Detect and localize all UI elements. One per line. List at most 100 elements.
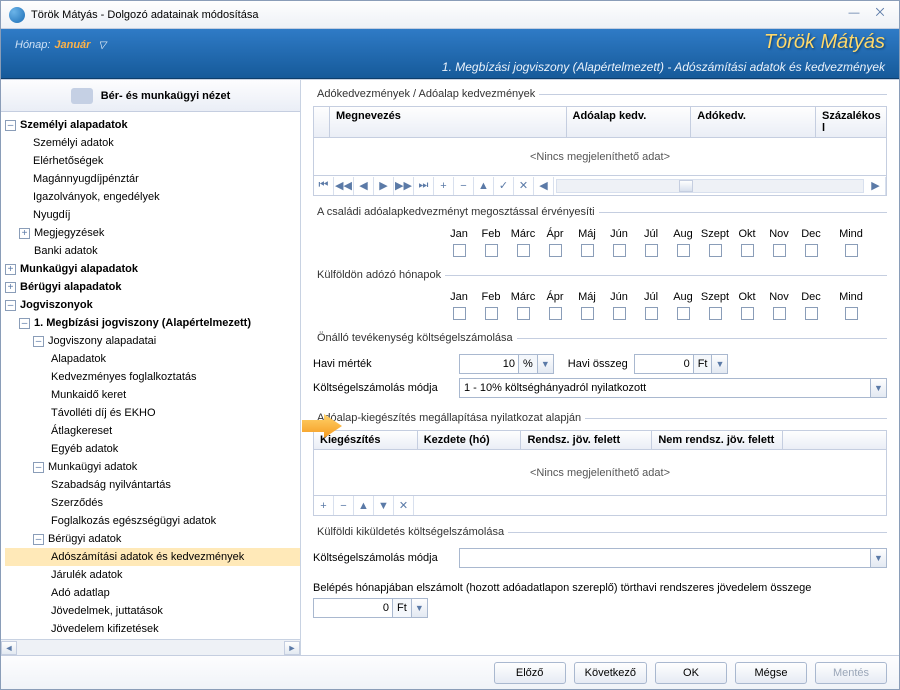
col-header[interactable]: Nem rendsz. jöv. felett bbox=[652, 431, 783, 449]
checkbox[interactable] bbox=[453, 244, 466, 257]
checkbox[interactable] bbox=[677, 307, 690, 320]
dropdown-icon[interactable]: ▼ bbox=[871, 378, 887, 398]
dropdown-icon[interactable]: ▼ bbox=[871, 548, 887, 568]
tree-item[interactable]: Foglalkozás egészségügyi adatok bbox=[5, 512, 300, 530]
col-header[interactable]: Adókedv. bbox=[691, 107, 816, 137]
tree-item[interactable]: –Jogviszony alapadatai bbox=[5, 332, 300, 350]
checkbox[interactable] bbox=[773, 307, 786, 320]
scroll-right-icon[interactable]: ► bbox=[284, 641, 300, 655]
checkbox[interactable] bbox=[805, 307, 818, 320]
col-header[interactable]: Adóalap kedv. bbox=[567, 107, 692, 137]
month-selector[interactable]: Hónap: Január ▽ bbox=[15, 35, 106, 51]
tree-item[interactable]: –Személyi alapadatok bbox=[5, 116, 300, 134]
first-icon[interactable]: ⏮ bbox=[314, 177, 334, 195]
last-icon[interactable]: ⏭ bbox=[414, 177, 434, 195]
cost-mode-combo[interactable] bbox=[459, 378, 871, 398]
add-icon[interactable]: + bbox=[434, 177, 454, 195]
checkbox[interactable] bbox=[709, 244, 722, 257]
checkbox-all[interactable] bbox=[845, 244, 858, 257]
entry-month-income-input[interactable] bbox=[313, 598, 393, 618]
up-icon[interactable]: ▲ bbox=[354, 496, 374, 515]
col-header[interactable]: Kiegészítés bbox=[314, 431, 418, 449]
next-page-icon[interactable]: ▶▶ bbox=[394, 177, 414, 195]
cancel-icon[interactable]: ✕ bbox=[394, 496, 414, 515]
col-header[interactable]: Százalékos l bbox=[816, 107, 886, 137]
scroll-right-icon[interactable]: ▶ bbox=[866, 177, 886, 195]
checkbox[interactable] bbox=[677, 244, 690, 257]
tree-item[interactable]: Személyi adatok bbox=[5, 134, 300, 152]
checkbox[interactable] bbox=[709, 307, 722, 320]
tree-item[interactable]: –Jogviszonyok bbox=[5, 296, 300, 314]
scroll-left-icon[interactable]: ◄ bbox=[1, 641, 17, 655]
checkbox[interactable] bbox=[773, 244, 786, 257]
col-header[interactable]: Rendsz. jöv. felett bbox=[521, 431, 652, 449]
monthly-sum-input[interactable] bbox=[634, 354, 694, 374]
checkbox[interactable] bbox=[645, 244, 658, 257]
tree-item[interactable]: –1. Megbízási jogviszony (Alapértelmezet… bbox=[5, 314, 300, 332]
tree-item[interactable]: Nyugdíj bbox=[5, 206, 300, 224]
col-header[interactable]: Kezdete (hó) bbox=[418, 431, 522, 449]
checkbox[interactable] bbox=[645, 307, 658, 320]
tree-item[interactable]: +Megjegyzések bbox=[5, 224, 300, 242]
cancel-icon[interactable]: ✕ bbox=[514, 177, 534, 195]
tree-item[interactable]: Alapadatok bbox=[5, 350, 300, 368]
tree-item-selected[interactable]: Adószámítási adatok és kedvezmények bbox=[5, 548, 300, 566]
next-icon[interactable]: ▶ bbox=[374, 177, 394, 195]
cancel-button[interactable]: Mégse bbox=[735, 662, 807, 684]
prev-button[interactable]: Előző bbox=[494, 662, 566, 684]
tree-item[interactable]: +Munkaügyi alapadatok bbox=[5, 260, 300, 278]
dropdown-icon[interactable]: ▼ bbox=[412, 598, 428, 618]
tree-item[interactable]: +Bérügyi alapadatok bbox=[5, 278, 300, 296]
tree-item[interactable]: –Munkaügyi adatok bbox=[5, 458, 300, 476]
remove-icon[interactable]: − bbox=[334, 496, 354, 515]
tree-item[interactable]: Szabadság nyilvántartás bbox=[5, 476, 300, 494]
col-header[interactable]: Megnevezés bbox=[330, 107, 567, 137]
tree-item[interactable]: Átlagkereset bbox=[5, 422, 300, 440]
scroll-left-icon[interactable]: ◀ bbox=[534, 177, 554, 195]
checkbox[interactable] bbox=[517, 244, 530, 257]
confirm-icon[interactable]: ✓ bbox=[494, 177, 514, 195]
tree-item[interactable]: Adó adatlap bbox=[5, 584, 300, 602]
checkbox[interactable] bbox=[549, 307, 562, 320]
tree-item[interactable]: Magánnyugdíjpénztár bbox=[5, 170, 300, 188]
edit-icon[interactable]: ▲ bbox=[474, 177, 494, 195]
checkbox[interactable] bbox=[517, 307, 530, 320]
tree-item[interactable]: Jövedelmek, juttatások bbox=[5, 602, 300, 620]
checkbox[interactable] bbox=[613, 307, 626, 320]
tree-item[interactable]: Szerződés bbox=[5, 494, 300, 512]
scroll-thumb[interactable] bbox=[679, 180, 693, 192]
tree-item[interactable]: Jövedelem kifizetések bbox=[5, 620, 300, 638]
foreign-cost-mode-combo[interactable] bbox=[459, 548, 871, 568]
ok-button[interactable]: OK bbox=[655, 662, 727, 684]
checkbox[interactable] bbox=[453, 307, 466, 320]
dropdown-icon[interactable]: ▼ bbox=[538, 354, 554, 374]
checkbox[interactable] bbox=[549, 244, 562, 257]
tree-item[interactable]: Igazolványok, engedélyek bbox=[5, 188, 300, 206]
tree-item[interactable]: Távolléti díj és EKHO bbox=[5, 404, 300, 422]
prev-icon[interactable]: ◀ bbox=[354, 177, 374, 195]
save-button[interactable]: Mentés bbox=[815, 662, 887, 684]
add-icon[interactable]: + bbox=[314, 496, 334, 515]
checkbox[interactable] bbox=[805, 244, 818, 257]
checkbox[interactable] bbox=[485, 244, 498, 257]
tree-item[interactable]: Kedvezményes foglalkoztatás bbox=[5, 368, 300, 386]
checkbox[interactable] bbox=[485, 307, 498, 320]
remove-icon[interactable]: − bbox=[454, 177, 474, 195]
prev-page-icon[interactable]: ◀◀ bbox=[334, 177, 354, 195]
tree-item[interactable]: –Bérügyi adatok bbox=[5, 530, 300, 548]
checkbox[interactable] bbox=[581, 307, 594, 320]
view-selector[interactable]: Bér- és munkaügyi nézet bbox=[1, 80, 300, 112]
checkbox[interactable] bbox=[581, 244, 594, 257]
checkbox[interactable] bbox=[741, 307, 754, 320]
checkbox[interactable] bbox=[741, 244, 754, 257]
monthly-rate-input[interactable] bbox=[459, 354, 519, 374]
down-icon[interactable]: ▼ bbox=[374, 496, 394, 515]
dropdown-icon[interactable]: ▼ bbox=[712, 354, 728, 374]
tree-item[interactable]: Egyéb adatok bbox=[5, 440, 300, 458]
tree-item[interactable]: Munkaidő keret bbox=[5, 386, 300, 404]
nav-tree[interactable]: –Személyi alapadatok Személyi adatok Elé… bbox=[1, 112, 300, 639]
checkbox-all[interactable] bbox=[845, 307, 858, 320]
minimize-button[interactable]: — bbox=[843, 7, 865, 23]
sidebar-hscroll[interactable]: ◄ ► bbox=[1, 639, 300, 655]
next-button[interactable]: Következő bbox=[574, 662, 647, 684]
